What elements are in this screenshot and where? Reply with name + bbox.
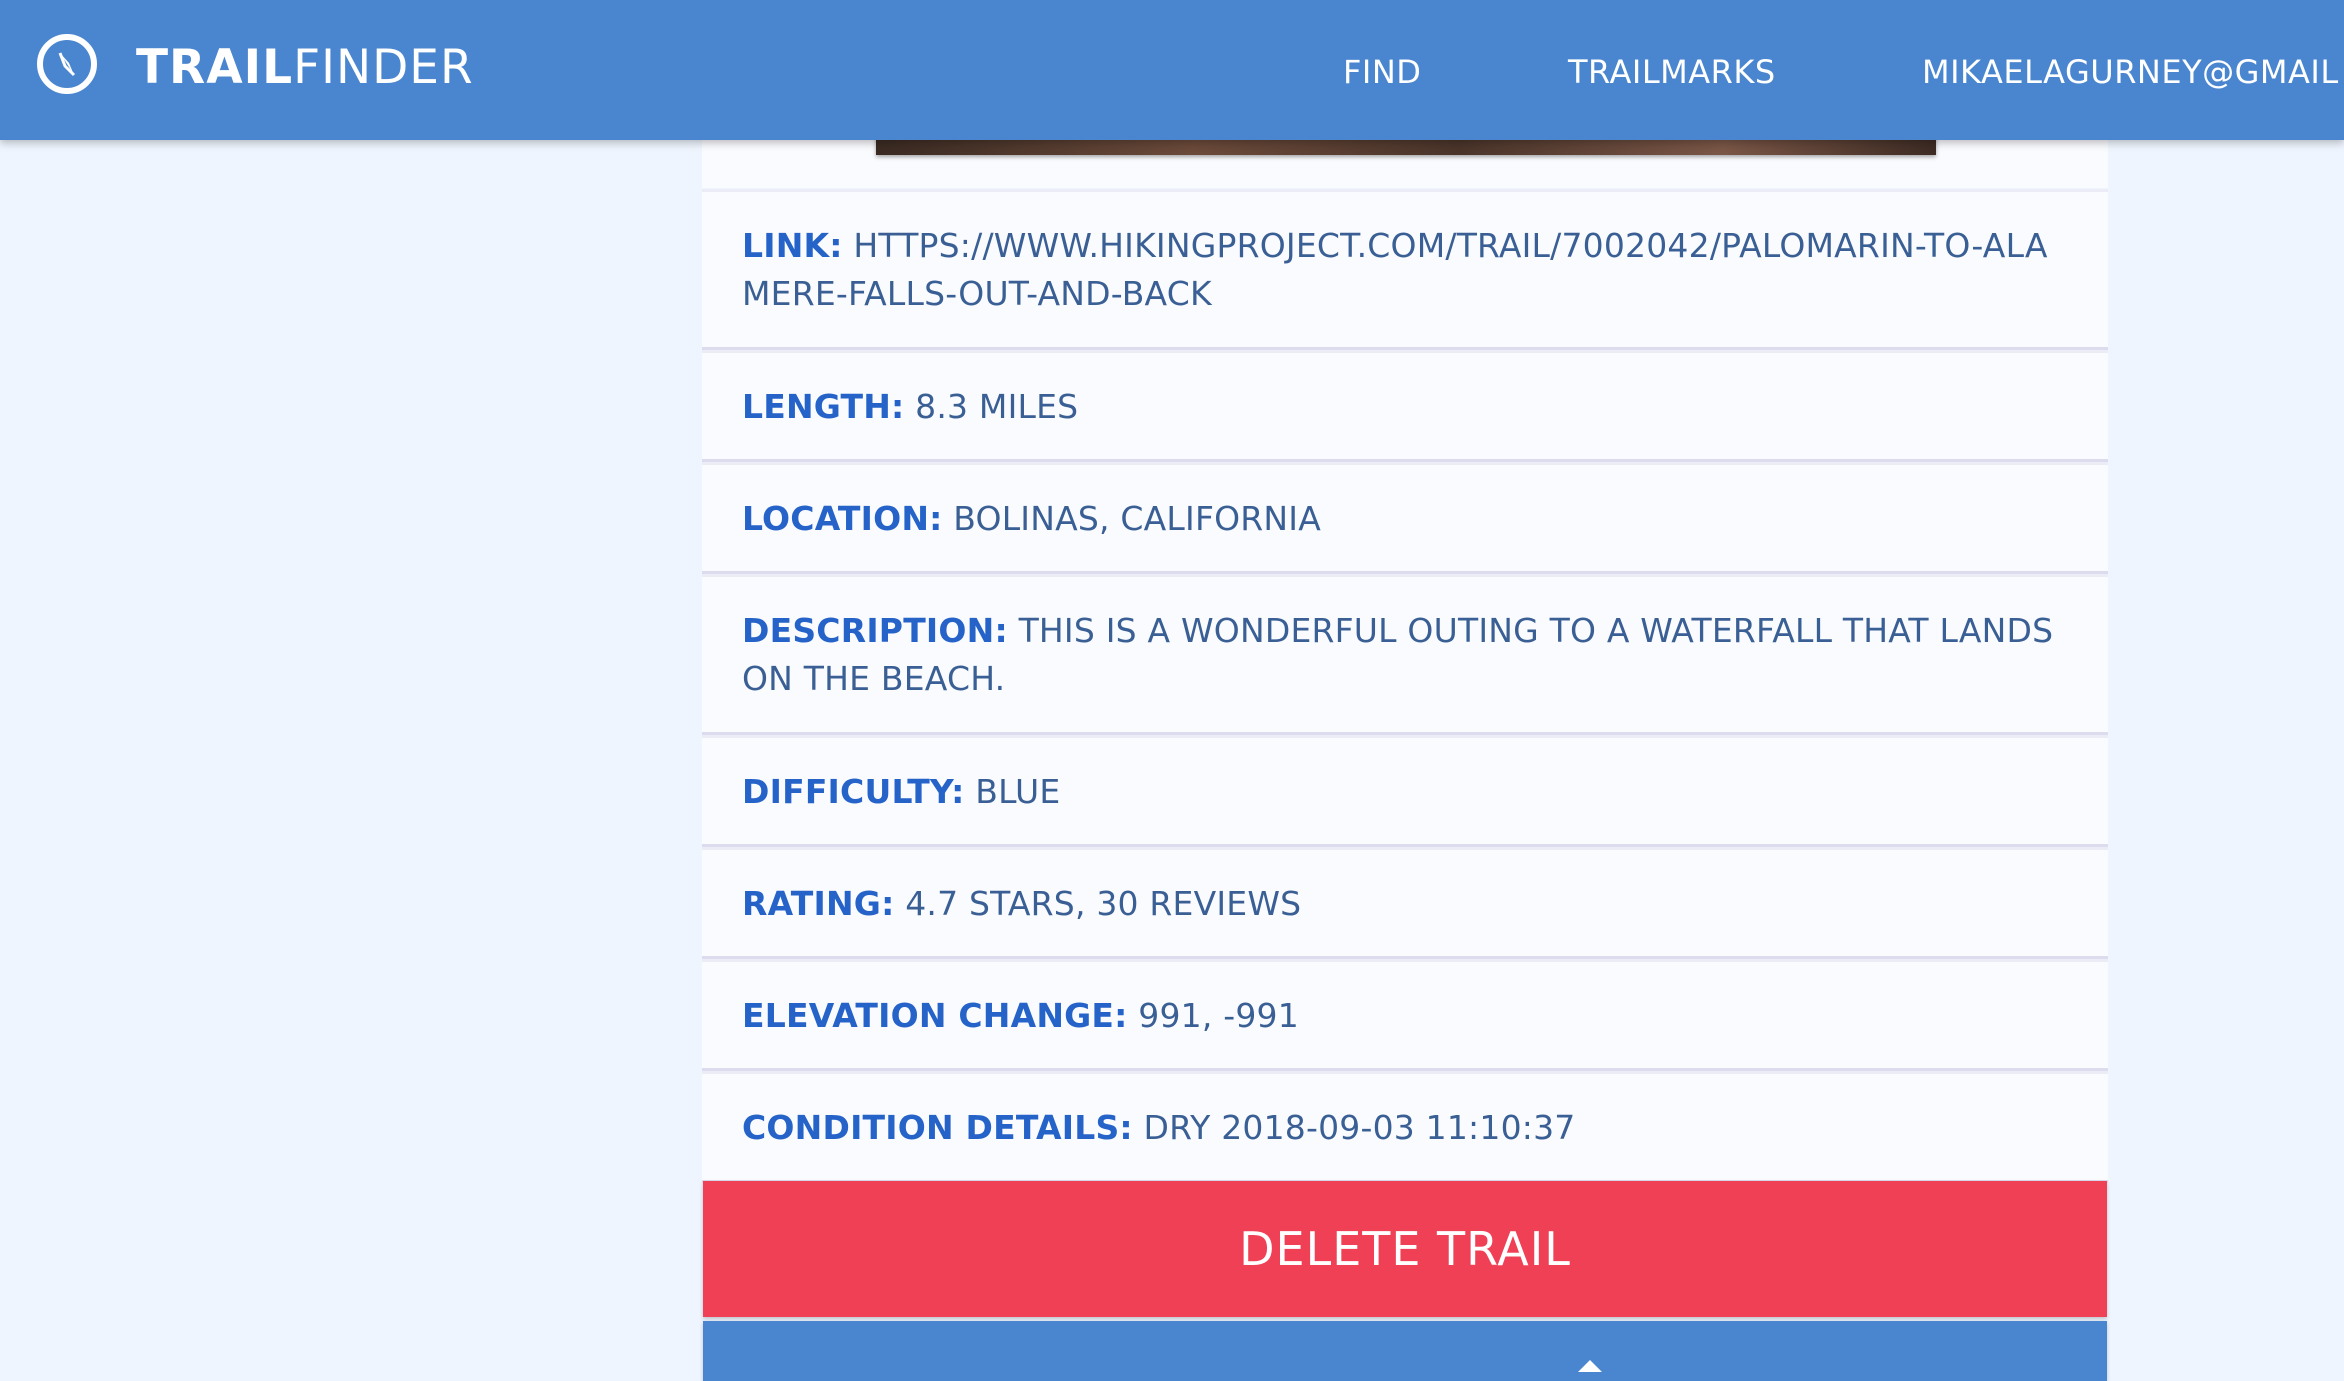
length-label: LENGTH:	[742, 387, 905, 426]
trail-link[interactable]: HTTPS://WWW.HIKINGPROJECT.COM/TRAIL/7002…	[742, 226, 2048, 313]
chevron-up-icon	[1578, 1360, 1602, 1372]
location-row: LOCATION: BOLINAS, CALIFORNIA	[702, 462, 2108, 574]
link-row: LINK: HTTPS://WWW.HIKINGPROJECT.COM/TRAI…	[702, 189, 2108, 350]
elevation-label: ELEVATION CHANGE:	[742, 996, 1128, 1035]
compass-icon[interactable]	[36, 33, 98, 95]
difficulty-value: BLUE	[975, 772, 1061, 811]
top-navbar: TRAILFINDER FIND TRAILMARKS MIKAELAGURNE…	[0, 0, 2344, 140]
length-value: 8.3 MILES	[915, 387, 1079, 426]
location-value: BOLINAS, CALIFORNIA	[953, 499, 1322, 538]
nav-user-account-link[interactable]: MIKAELAGURNEY@GMAIL	[1922, 52, 2339, 92]
description-label: DESCRIPTION:	[742, 611, 1008, 650]
brand-logo[interactable]: TRAILFINDER	[136, 40, 474, 96]
rating-value: 4.7 STARS, 30 REVIEWS	[905, 884, 1302, 923]
condition-label: CONDITION DETAILS:	[742, 1108, 1133, 1147]
length-row: LENGTH: 8.3 MILES	[702, 350, 2108, 462]
elevation-value: 991, -991	[1138, 996, 1299, 1035]
brand-light: FINDER	[293, 40, 474, 95]
nav-trailmarks-link[interactable]: TRAILMARKS	[1568, 52, 1776, 92]
collapse-button[interactable]	[703, 1321, 2107, 1381]
delete-trail-button[interactable]: DELETE TRAIL	[703, 1181, 2107, 1317]
location-label: LOCATION:	[742, 499, 943, 538]
difficulty-label: DIFFICULTY:	[742, 772, 965, 811]
rating-row: RATING: 4.7 STARS, 30 REVIEWS	[702, 847, 2108, 959]
rating-label: RATING:	[742, 884, 895, 923]
difficulty-row: DIFFICULTY: BLUE	[702, 735, 2108, 847]
condition-row: CONDITION DETAILS: DRY 2018-09-03 11:10:…	[702, 1071, 2108, 1183]
condition-value: DRY 2018-09-03 11:10:37	[1143, 1108, 1576, 1147]
description-row: DESCRIPTION: THIS IS A WONDERFUL OUTING …	[702, 574, 2108, 735]
nav-find-link[interactable]: FIND	[1343, 52, 1421, 92]
link-label: LINK:	[742, 226, 843, 265]
brand-bold: TRAIL	[136, 40, 294, 95]
elevation-row: ELEVATION CHANGE: 991, -991	[702, 959, 2108, 1071]
